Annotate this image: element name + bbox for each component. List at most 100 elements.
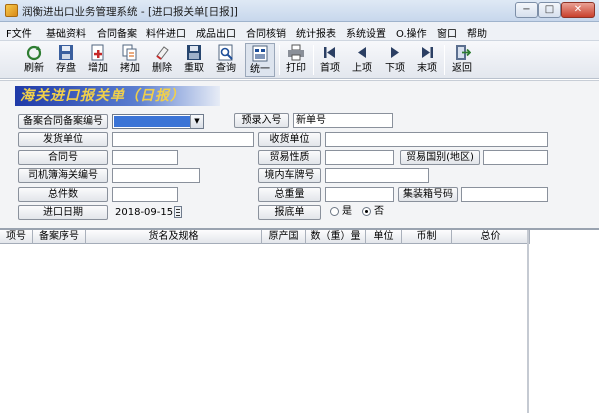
menu-bar: F文件 基础资料 合同备案 料件进口 成品出口 合同核销 统计报表 系统设置 O… (0, 22, 599, 41)
domestic-plate-field[interactable] (325, 168, 429, 183)
copy-add-icon (122, 44, 137, 61)
col-quantity[interactable]: 数（重）量 (306, 230, 366, 244)
grid-header: 项号 备案序号 货名及规格 原产国 数（重）量 单位 币制 总价 (0, 230, 530, 244)
window-title: 润衡进出口业务管理系统 - [进口报关单[日报]] (22, 6, 238, 18)
consignee-label: 收货单位 (258, 132, 321, 147)
import-date-field[interactable]: 2018-09-15 (112, 205, 173, 220)
add-icon (91, 44, 104, 61)
contract-no-field[interactable] (112, 150, 178, 165)
chevron-down-icon[interactable]: ▼ (190, 115, 203, 128)
trade-nature-label: 贸易性质 (258, 150, 321, 165)
items-grid[interactable] (0, 228, 599, 413)
menu-product-export[interactable]: 成品出口 (196, 25, 236, 40)
menu-operation[interactable]: O.操作 (396, 25, 427, 40)
reload-button[interactable]: 重取 (179, 43, 209, 77)
unify-label: 统一 (250, 64, 270, 75)
total-pieces-label: 总件数 (18, 187, 108, 202)
radio-no[interactable] (362, 207, 371, 216)
delete-button[interactable]: 删除 (147, 43, 177, 77)
filing-no-label: 备案合同备案编号 (18, 114, 108, 129)
gross-weight-field[interactable] (325, 187, 394, 202)
filing-no-select[interactable]: ▼ (112, 114, 204, 129)
delete-icon (156, 46, 169, 60)
menu-basic-data[interactable]: 基础资料 (46, 25, 86, 40)
last-icon (422, 47, 433, 58)
save-label: 存盘 (56, 63, 76, 74)
driver-customs-no-label: 司机簿海关编号 (18, 168, 108, 183)
col-origin[interactable]: 原产国 (262, 230, 306, 244)
refresh-button[interactable]: 刷新 (19, 43, 49, 77)
exit-label: 返回 (452, 63, 472, 74)
grid-column-divider (527, 230, 529, 413)
toolbar-separator (444, 45, 445, 75)
prev-label: 上项 (352, 63, 372, 74)
col-goods-name[interactable]: 货名及规格 (86, 230, 262, 244)
menu-file[interactable]: F文件 (6, 25, 32, 40)
col-unit[interactable]: 单位 (366, 230, 402, 244)
menu-material-import[interactable]: 料件进口 (146, 25, 186, 40)
menu-contract-filing[interactable]: 合同备案 (97, 25, 137, 40)
toolbar: 刷新 存盘 增加 拷加 删除 重取 查询 统一 打印 首项 上项 下项 末项 返… (0, 41, 599, 79)
date-spinner[interactable] (174, 206, 182, 218)
radio-no-label: 否 (374, 206, 384, 217)
add-label: 增加 (88, 63, 108, 74)
pre-entry-field[interactable]: 新单号 (293, 113, 393, 128)
minimize-button[interactable]: − (515, 2, 538, 18)
first-label: 首项 (320, 63, 340, 74)
col-filing-seq[interactable]: 备案序号 (33, 230, 86, 244)
copy-add-button[interactable]: 拷加 (115, 43, 145, 77)
app-icon (5, 4, 18, 17)
next-icon (391, 47, 399, 58)
page-title: 海关进口报关单（日报） (15, 86, 220, 106)
menu-help[interactable]: 帮助 (467, 25, 487, 40)
exit-button[interactable]: 返回 (447, 43, 477, 77)
query-label: 查询 (216, 63, 236, 74)
query-button[interactable]: 查询 (211, 43, 241, 77)
last-label: 末项 (417, 63, 437, 74)
trade-country-field[interactable] (483, 150, 548, 165)
prev-record-button[interactable]: 上项 (347, 43, 377, 77)
first-record-button[interactable]: 首项 (315, 43, 345, 77)
menu-contract-verify[interactable]: 合同核销 (246, 25, 286, 40)
gross-weight-label: 总重量 (258, 187, 321, 202)
container-no-field[interactable] (461, 187, 548, 202)
exit-icon (456, 45, 471, 60)
col-total-price[interactable]: 总价 (452, 230, 530, 244)
close-button[interactable]: ✕ (561, 2, 595, 18)
menu-window[interactable]: 窗口 (437, 25, 457, 40)
unify-button[interactable]: 统一 (245, 43, 275, 77)
add-button[interactable]: 增加 (83, 43, 113, 77)
toolbar-separator (313, 45, 314, 75)
total-pieces-field[interactable] (112, 187, 178, 202)
save-button[interactable]: 存盘 (51, 43, 81, 77)
print-label: 打印 (286, 63, 306, 74)
trade-country-label: 贸易国别(地区) (400, 150, 480, 165)
menu-settings[interactable]: 系统设置 (346, 25, 386, 40)
radio-yes-label: 是 (342, 206, 352, 217)
trade-nature-field[interactable] (325, 150, 394, 165)
reload-label: 重取 (184, 63, 204, 74)
radio-yes[interactable] (330, 207, 339, 216)
first-icon (324, 47, 335, 58)
shipper-field[interactable] (112, 132, 254, 147)
prev-icon (358, 47, 366, 58)
menu-reports[interactable]: 统计报表 (296, 25, 336, 40)
pre-entry-label: 预录入号 (234, 113, 289, 128)
reload-icon (187, 45, 201, 60)
query-icon (218, 44, 233, 61)
refresh-label: 刷新 (24, 63, 44, 74)
last-record-button[interactable]: 末项 (412, 43, 442, 77)
copy-add-label: 拷加 (120, 63, 140, 74)
col-currency[interactable]: 币制 (402, 230, 452, 244)
toolbar-separator (279, 45, 280, 75)
col-item-no[interactable]: 项号 (0, 230, 33, 244)
next-record-button[interactable]: 下项 (380, 43, 410, 77)
driver-customs-no-field[interactable] (112, 168, 200, 183)
import-date-label: 进口日期 (18, 205, 108, 220)
maximize-button[interactable]: □ (538, 2, 561, 18)
print-button[interactable]: 打印 (281, 43, 311, 77)
refresh-icon (26, 45, 42, 61)
domestic-plate-label: 境内车牌号 (258, 168, 321, 183)
consignee-field[interactable] (325, 132, 548, 147)
save-icon (59, 45, 73, 60)
